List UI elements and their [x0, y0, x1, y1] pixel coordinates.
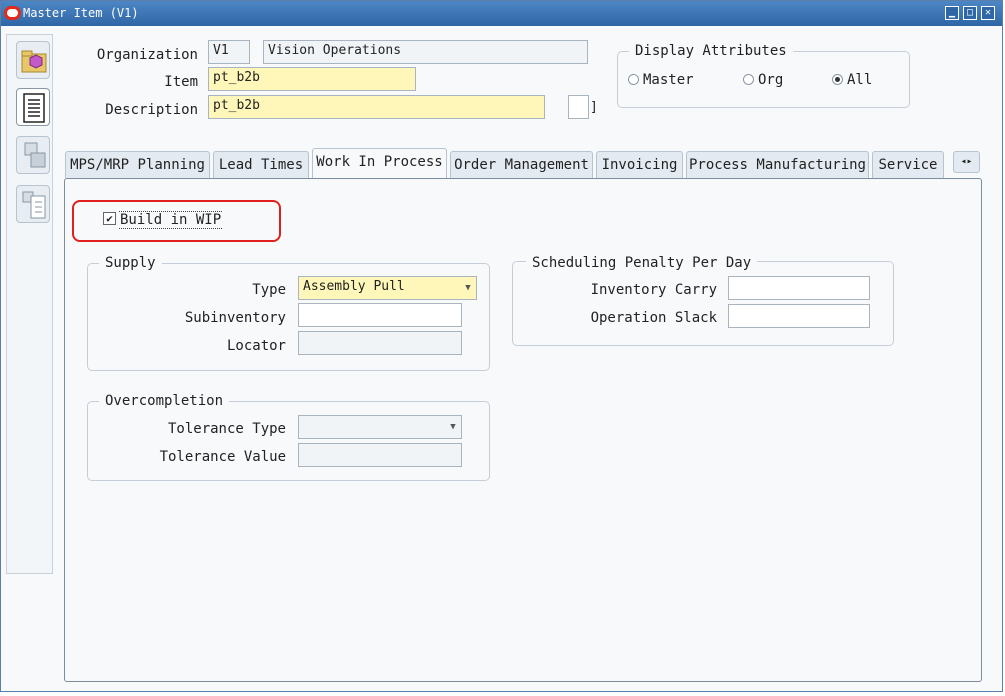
- category-list-icon[interactable]: [16, 185, 50, 223]
- descriptive-flexfield-button[interactable]: [568, 95, 589, 119]
- chevron-down-icon[interactable]: ▼: [460, 277, 476, 299]
- locator-field[interactable]: [298, 331, 462, 355]
- tolerance-type-label: Tolerance Type: [167, 421, 286, 437]
- inventory-carry-label: Inventory Carry: [590, 282, 717, 298]
- subinventory-label: Subinventory: [184, 310, 286, 326]
- tab-service[interactable]: Service: [872, 151, 944, 178]
- tab-invoicing[interactable]: Invoicing: [596, 151, 683, 178]
- supply-type-select[interactable]: Assembly Pull ▼: [298, 276, 477, 300]
- organization-name-field[interactable]: Vision Operations: [263, 40, 588, 64]
- item-field[interactable]: pt_b2b: [208, 67, 416, 91]
- all-radio-label: All: [847, 72, 873, 88]
- folder-icon[interactable]: [16, 41, 50, 79]
- left-toolbar: [6, 34, 53, 574]
- subinventory-field[interactable]: [298, 303, 462, 327]
- maximize-icon[interactable]: □: [963, 6, 977, 20]
- item-label: Item: [164, 74, 198, 90]
- tab-mps-mrp-planning[interactable]: MPS/MRP Planning: [65, 151, 210, 178]
- tab-scroll-icon[interactable]: ◂▸: [953, 151, 980, 173]
- description-field[interactable]: pt_b2b: [208, 95, 545, 119]
- tolerance-value-label: Tolerance Value: [159, 449, 286, 465]
- master-radio[interactable]: [628, 74, 639, 85]
- tab-order-management[interactable]: Order Management: [450, 151, 593, 178]
- master-radio-label: Master: [643, 72, 694, 88]
- tab-work-in-process[interactable]: Work In Process: [312, 148, 447, 179]
- chevron-down-icon[interactable]: ▼: [445, 416, 461, 438]
- flexfield-bracket: ]: [590, 100, 598, 115]
- tolerance-value-field[interactable]: [298, 443, 462, 467]
- organization-code-field[interactable]: V1: [208, 40, 250, 64]
- item-list-icon[interactable]: [16, 88, 50, 126]
- display-attributes-title: Display Attributes: [629, 43, 793, 59]
- description-label: Description: [105, 102, 198, 118]
- org-radio[interactable]: [743, 74, 754, 85]
- scheduling-penalty-title: Scheduling Penalty Per Day: [526, 255, 758, 271]
- operation-slack-field[interactable]: [728, 304, 870, 328]
- organization-label: Organization: [96, 47, 198, 63]
- build-in-wip-label: Build in WIP: [119, 211, 223, 229]
- tab-process-manufacturing[interactable]: Process Manufacturing: [686, 151, 869, 178]
- oracle-logo-icon: [4, 6, 21, 20]
- minimize-icon[interactable]: ▁: [945, 6, 959, 20]
- tab-lead-times[interactable]: Lead Times: [213, 151, 309, 178]
- inventory-carry-field[interactable]: [728, 276, 870, 300]
- close-icon[interactable]: ✕: [981, 6, 995, 20]
- title-bar[interactable]: Master Item (V1) ▁ □ ✕: [1, 1, 1002, 26]
- tolerance-type-select[interactable]: ▼: [298, 415, 462, 439]
- supply-type-value: Assembly Pull: [303, 279, 405, 294]
- overcompletion-group: [87, 401, 490, 481]
- org-assignment-icon[interactable]: [16, 136, 50, 174]
- overcompletion-title: Overcompletion: [99, 393, 230, 409]
- build-in-wip-checkbox[interactable]: ✔: [103, 212, 116, 225]
- org-radio-label: Org: [758, 72, 784, 88]
- supply-title: Supply: [99, 255, 162, 271]
- window-title: Master Item (V1): [23, 6, 139, 20]
- supply-type-label: Type: [252, 282, 286, 298]
- locator-label: Locator: [226, 338, 286, 354]
- operation-slack-label: Operation Slack: [590, 310, 717, 326]
- master-item-window: Master Item (V1) ▁ □ ✕ Organization V1 V…: [0, 0, 1003, 692]
- all-radio[interactable]: [832, 74, 843, 85]
